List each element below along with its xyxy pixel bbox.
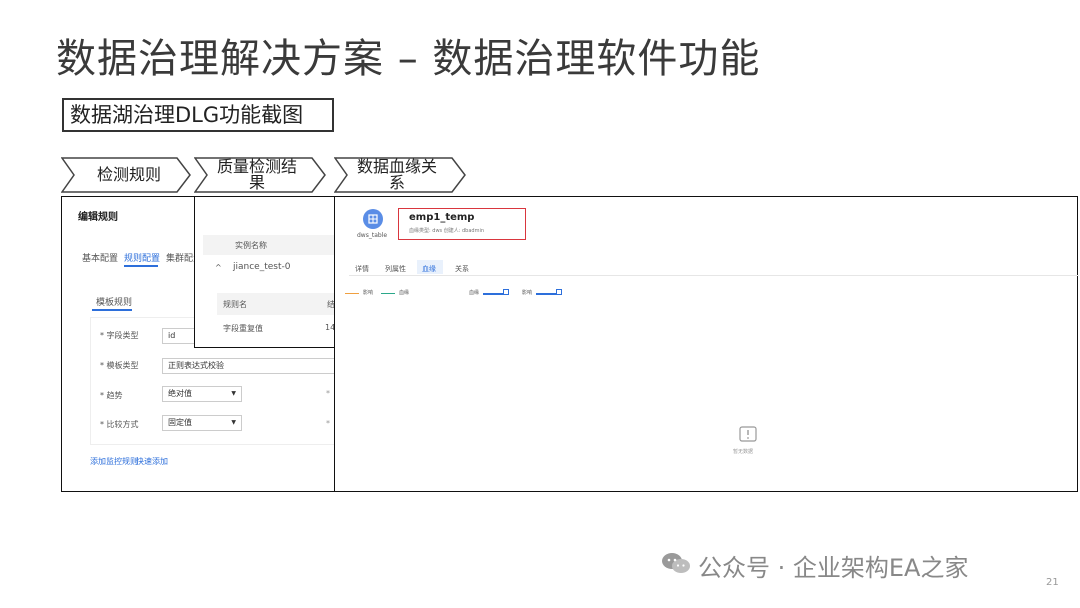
- tab-rule-config[interactable]: 规则配置: [124, 251, 160, 264]
- legend-line-impact: [345, 293, 359, 294]
- required-mark: *: [326, 419, 330, 428]
- result-header-row: [203, 235, 345, 255]
- watermark-text: 公众号 · 企业架构EA之家: [698, 554, 969, 582]
- page-number: 21: [1046, 577, 1059, 588]
- template-type-input[interactable]: 正则表达式校验: [162, 358, 352, 374]
- step-label-2: 质量检测结果: [216, 157, 297, 192]
- table-name: emp1_temp: [409, 212, 475, 223]
- quality-result-screenshot: 实例名称 ^ jiance_test-0 规则名 结 字段重复值 14: [194, 196, 345, 348]
- legend-right-impact-line: [536, 293, 556, 295]
- caret-down-icon: ▼: [231, 390, 236, 397]
- tab-basic[interactable]: 基本配置: [82, 251, 118, 264]
- compare-mode-value: 固定值: [168, 418, 192, 427]
- quick-add-link[interactable]: 快速添加: [136, 456, 168, 467]
- step-label-3: 数据血缘关系: [356, 157, 437, 192]
- legend-right-lineage: 血缘: [469, 290, 480, 296]
- legend-right-impact-node: [556, 289, 562, 295]
- subtitle-box: 数据湖治理DLG功能截图: [62, 98, 334, 132]
- empty-data-icon: [737, 424, 759, 444]
- table-type-label: dws_table: [357, 232, 388, 239]
- tab-divider: [349, 275, 1079, 276]
- legend-lineage: 血缘: [399, 290, 410, 296]
- template-tab-underline: [92, 309, 132, 311]
- legend-right-lineage-line: [483, 293, 503, 295]
- required-mark: *: [326, 389, 330, 398]
- wechat-icon: [660, 550, 692, 582]
- lineage-tab-lineage[interactable]: 血缘: [422, 264, 436, 274]
- lineage-tab-relation[interactable]: 关系: [455, 264, 469, 274]
- trend-select[interactable]: 绝对值 ▼: [162, 386, 242, 402]
- chevron-up-icon[interactable]: ^: [215, 263, 222, 272]
- active-tab-underline: [124, 265, 158, 267]
- watermark: 公众号 · 企业架构EA之家: [660, 548, 968, 583]
- lineage-tab-columns[interactable]: 列属性: [385, 264, 406, 274]
- step-chevron-2: 质量检测结果: [194, 157, 326, 193]
- slide-title: 数据治理解决方案 – 数据治理软件功能: [56, 36, 761, 82]
- step-chevron-3: 数据血缘关系: [334, 157, 466, 193]
- template-type-label: * 模板类型: [100, 361, 139, 370]
- table-meta: 血缘类型: dws 创建人: dbadmin: [409, 228, 485, 234]
- instance-column-header: 实例名称: [235, 241, 267, 250]
- step-label-1: 检测规则: [96, 165, 161, 184]
- caret-down-icon: ▼: [231, 419, 236, 426]
- rule-name-cell: 字段重复值: [223, 324, 263, 333]
- compare-mode-label: * 比较方式: [100, 420, 139, 429]
- lineage-screenshot: dws_table emp1_temp 血缘类型: dws 创建人: dbadm…: [334, 196, 1079, 492]
- template-rule-tab[interactable]: 模板规则: [96, 295, 132, 308]
- field-type-label: * 字段类型: [100, 331, 139, 340]
- step-chevron-1: 检测规则: [61, 157, 191, 193]
- legend-impact: 影响: [363, 290, 374, 296]
- trend-value: 绝对值: [168, 389, 192, 398]
- add-monitor-rule-link[interactable]: 添加监控规则: [90, 456, 138, 467]
- rule-name-header: 规则名: [223, 300, 247, 309]
- rule-editor-header: 编辑规则: [78, 212, 118, 223]
- trend-label: * 趋势: [100, 391, 123, 400]
- compare-mode-select[interactable]: 固定值 ▼: [162, 415, 242, 431]
- legend-right-impact: 影响: [522, 290, 533, 296]
- empty-data-text: 暂无数据: [733, 449, 754, 455]
- lineage-tab-detail[interactable]: 详情: [355, 264, 369, 274]
- legend-line-lineage: [381, 293, 395, 294]
- legend-right-lineage-node: [503, 289, 509, 295]
- instance-name: jiance_test-0: [233, 262, 291, 272]
- table-icon: [363, 209, 383, 229]
